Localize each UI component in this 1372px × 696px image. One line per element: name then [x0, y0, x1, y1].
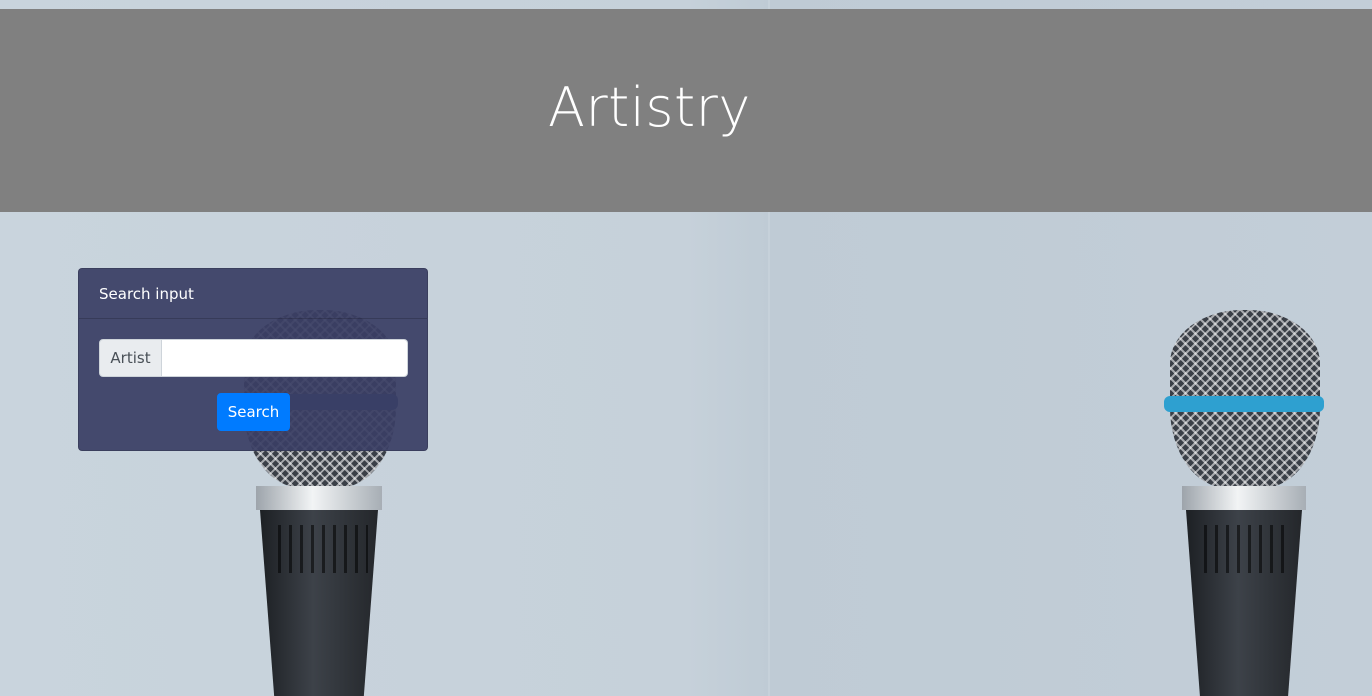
artist-search-input[interactable]	[162, 339, 408, 377]
search-card: Search input Artist Search	[78, 268, 428, 451]
search-card-header: Search input	[79, 269, 427, 319]
artist-label: Artist	[99, 339, 162, 377]
search-button[interactable]: Search	[217, 393, 290, 431]
header-banner: Artistry	[0, 9, 1372, 212]
mic-collar	[256, 486, 382, 510]
mic-grip	[1196, 525, 1292, 573]
microphone-image-right	[1164, 310, 1326, 696]
search-card-title: Search input	[99, 284, 194, 303]
mic-collar	[1182, 486, 1306, 510]
artist-input-group: Artist	[99, 339, 408, 377]
page-title: Artistry	[548, 76, 751, 139]
mic-ring	[1164, 396, 1324, 412]
mic-grip	[270, 525, 368, 573]
